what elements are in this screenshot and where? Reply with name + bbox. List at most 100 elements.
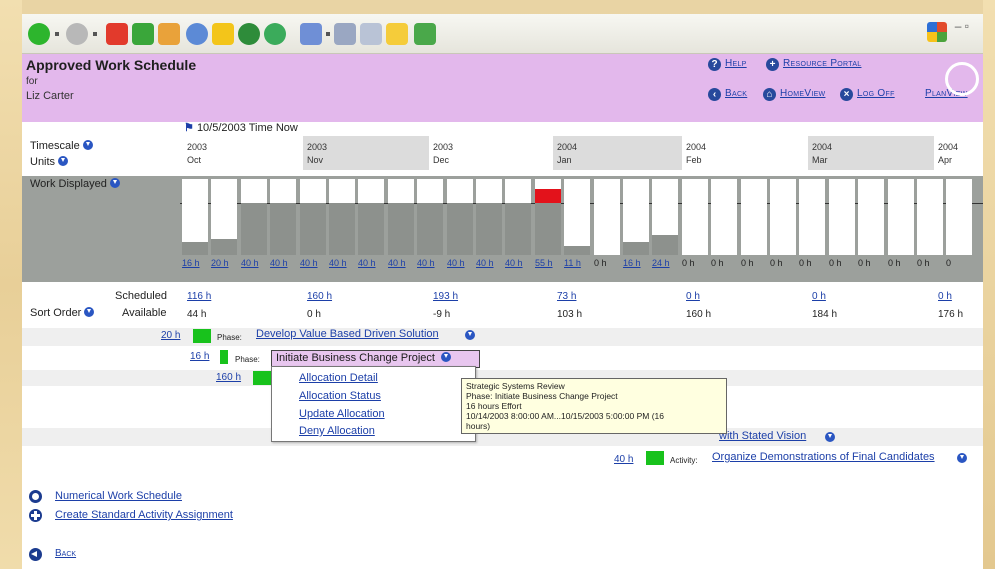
week-bar[interactable] bbox=[770, 179, 796, 255]
week-bar[interactable] bbox=[329, 179, 355, 255]
mail-dropdown-icon[interactable] bbox=[326, 32, 330, 36]
week-bar[interactable] bbox=[564, 179, 590, 255]
week-hours-label[interactable]: 40 h bbox=[270, 258, 288, 268]
scheduled-hours-link[interactable]: 73 h bbox=[557, 291, 576, 302]
week-hours-label[interactable]: 40 h bbox=[300, 258, 318, 268]
add-icon[interactable] bbox=[29, 509, 42, 522]
back-link[interactable]: Back bbox=[55, 548, 76, 559]
units-control[interactable]: Units bbox=[30, 156, 69, 168]
week-bar[interactable] bbox=[505, 179, 531, 255]
view-icon[interactable] bbox=[29, 490, 42, 503]
media-icon[interactable] bbox=[238, 23, 260, 45]
refresh-icon[interactable] bbox=[132, 23, 154, 45]
week-bar[interactable] bbox=[946, 179, 972, 255]
week-bar[interactable] bbox=[241, 179, 267, 255]
row-phase-link[interactable]: Develop Value Based Driven Solution bbox=[256, 328, 439, 340]
homeview-icon[interactable]: ⌂ bbox=[763, 88, 776, 101]
row-expand-icon[interactable] bbox=[957, 453, 967, 463]
week-bar[interactable] bbox=[623, 179, 649, 255]
scheduled-hours-link[interactable]: 0 h bbox=[938, 291, 952, 302]
units-dropdown-icon[interactable] bbox=[58, 156, 69, 166]
logoff-icon[interactable]: × bbox=[840, 88, 853, 101]
minimize-icon[interactable]: – ▫ bbox=[955, 19, 969, 33]
timescale-control[interactable]: Timescale bbox=[30, 140, 93, 152]
sort-order-dropdown-icon[interactable] bbox=[84, 307, 95, 317]
week-bar[interactable] bbox=[182, 179, 208, 255]
scheduled-hours-link[interactable]: 116 h bbox=[187, 291, 211, 302]
week-bar[interactable] bbox=[211, 179, 237, 255]
week-hours-label[interactable]: 40 h bbox=[358, 258, 376, 268]
scheduled-hours-link[interactable]: 0 h bbox=[812, 291, 826, 302]
week-bar[interactable] bbox=[594, 179, 620, 255]
folder-icon[interactable] bbox=[386, 23, 408, 45]
mail-icon[interactable] bbox=[300, 23, 322, 45]
week-bar[interactable] bbox=[858, 179, 884, 255]
create-activity-assignment-link[interactable]: Create Standard Activity Assignment bbox=[55, 509, 233, 521]
help-icon[interactable]: ? bbox=[708, 58, 721, 71]
row-activity-link[interactable]: Organize Demonstrations of Final Candida… bbox=[712, 451, 935, 463]
week-bar[interactable] bbox=[417, 179, 443, 255]
week-bar[interactable] bbox=[917, 179, 943, 255]
week-bar[interactable] bbox=[270, 179, 296, 255]
row-expand-icon[interactable] bbox=[825, 432, 835, 442]
home-icon[interactable] bbox=[158, 23, 180, 45]
forward-arrow-icon[interactable] bbox=[66, 23, 88, 45]
search-icon[interactable] bbox=[186, 23, 208, 45]
back-icon[interactable]: ‹ bbox=[708, 88, 721, 101]
edit-icon[interactable] bbox=[360, 23, 382, 45]
week-bar[interactable] bbox=[888, 179, 914, 255]
week-bar[interactable] bbox=[799, 179, 825, 255]
week-bar[interactable] bbox=[447, 179, 473, 255]
favorites-star-icon[interactable] bbox=[212, 23, 234, 45]
row-partial-link[interactable]: with Stated Vision bbox=[719, 430, 806, 442]
print-icon[interactable] bbox=[334, 23, 356, 45]
row-hours-link[interactable]: 40 h bbox=[614, 454, 633, 465]
week-hours-label[interactable]: 55 h bbox=[535, 258, 553, 268]
week-hours-label[interactable]: 16 h bbox=[623, 258, 641, 268]
week-bar[interactable] bbox=[535, 179, 561, 255]
row-hours-link[interactable]: 160 h bbox=[216, 372, 241, 383]
work-displayed-control[interactable]: Work Displayed bbox=[30, 178, 120, 190]
history-icon[interactable] bbox=[264, 23, 286, 45]
week-hours-label[interactable]: 40 h bbox=[241, 258, 259, 268]
week-hours-label[interactable]: 16 h bbox=[182, 258, 200, 268]
back-dropdown-icon[interactable] bbox=[55, 32, 59, 36]
homeview-link[interactable]: HomeView bbox=[780, 88, 825, 99]
menu-item-allocation-status[interactable]: Allocation Status bbox=[299, 390, 381, 402]
row-hours-link[interactable]: 20 h bbox=[161, 330, 180, 341]
week-bar[interactable] bbox=[829, 179, 855, 255]
sort-order-control[interactable]: Sort Order bbox=[30, 307, 95, 319]
week-bar[interactable] bbox=[476, 179, 502, 255]
week-bar[interactable] bbox=[388, 179, 414, 255]
week-hours-label[interactable]: 40 h bbox=[447, 258, 465, 268]
week-hours-label[interactable]: 40 h bbox=[476, 258, 494, 268]
phase-expand-icon[interactable] bbox=[441, 352, 452, 362]
help-link[interactable]: Help bbox=[725, 58, 747, 69]
week-bar[interactable] bbox=[682, 179, 708, 255]
week-bar[interactable] bbox=[741, 179, 767, 255]
menu-item-update-allocation[interactable]: Update Allocation bbox=[299, 408, 385, 420]
week-hours-label[interactable]: 20 h bbox=[211, 258, 229, 268]
week-hours-label[interactable]: 40 h bbox=[388, 258, 406, 268]
resource-portal-icon[interactable]: + bbox=[766, 58, 779, 71]
menu-item-deny-allocation[interactable]: Deny Allocation bbox=[299, 425, 375, 437]
back-link[interactable]: Back bbox=[725, 88, 747, 99]
back-arrow-icon[interactable] bbox=[29, 548, 42, 561]
week-bar[interactable] bbox=[358, 179, 384, 255]
week-bar[interactable] bbox=[652, 179, 678, 255]
stop-icon[interactable] bbox=[106, 23, 128, 45]
forward-dropdown-icon[interactable] bbox=[93, 32, 97, 36]
work-displayed-dropdown-icon[interactable] bbox=[109, 178, 120, 188]
week-hours-label[interactable]: 11 h bbox=[564, 258, 581, 268]
week-hours-label[interactable]: 24 h bbox=[652, 258, 670, 268]
scheduled-hours-link[interactable]: 0 h bbox=[686, 291, 700, 302]
week-hours-label[interactable]: 40 h bbox=[417, 258, 435, 268]
week-bar[interactable] bbox=[300, 179, 326, 255]
menu-item-allocation-detail[interactable]: Allocation Detail bbox=[299, 372, 378, 384]
week-hours-label[interactable]: 40 h bbox=[505, 258, 523, 268]
week-hours-label[interactable]: 40 h bbox=[329, 258, 347, 268]
scheduled-hours-link[interactable]: 160 h bbox=[307, 291, 332, 302]
row-hours-link[interactable]: 16 h bbox=[190, 351, 209, 362]
timescale-dropdown-icon[interactable] bbox=[82, 140, 93, 150]
resource-portal-link[interactable]: Resource Portal bbox=[783, 58, 861, 69]
